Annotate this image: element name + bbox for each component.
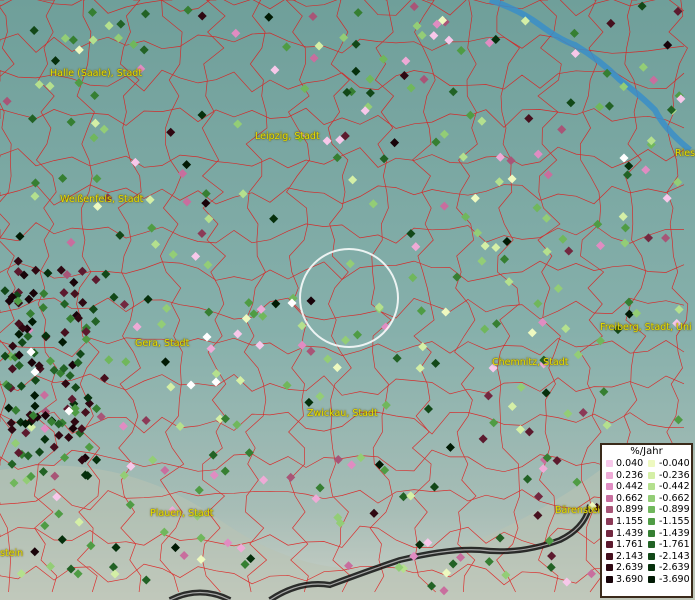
- legend-swatch: [606, 471, 613, 479]
- legend-value: 2.143: [616, 550, 644, 562]
- legend-value: 3.690: [616, 573, 644, 585]
- legend-swatch: [606, 564, 613, 572]
- legend-row: 0.236 -0.236: [602, 470, 691, 482]
- city-label-stein[interactable]: stein: [0, 548, 23, 559]
- map-canvas[interactable]: Halle (Saale), Stadt Leipzig, Stadt Weiß…: [0, 0, 695, 600]
- legend-swatch: [606, 575, 613, 583]
- legend-value: -0.236: [659, 469, 690, 481]
- city-label-gera[interactable]: Gera, Stadt: [135, 338, 189, 349]
- city-label-riesa[interactable]: Riesa: [675, 148, 695, 159]
- legend-swatch: [648, 506, 655, 514]
- legend-swatch: [648, 517, 655, 525]
- legend-value: 1.761: [616, 539, 644, 551]
- legend-swatch: [648, 552, 655, 560]
- legend-value: -1.761: [659, 539, 690, 551]
- legend-row: 0.442 -0.442: [602, 481, 691, 493]
- legend-value: 0.040: [616, 458, 644, 469]
- legend-swatch: [648, 564, 655, 572]
- legend-swatch: [648, 460, 655, 467]
- legend-value: 0.662: [616, 492, 644, 504]
- legend-swatch: [606, 506, 613, 514]
- legend-swatch: [648, 541, 655, 549]
- legend-row: 1.439 -1.439: [602, 528, 691, 540]
- legend-swatch: [648, 529, 655, 537]
- legend-value: 1.155: [616, 515, 644, 527]
- legend-value: 2.639: [616, 562, 644, 574]
- city-label-plauen[interactable]: Plauen, Stadt: [150, 508, 213, 519]
- city-label-leipzig[interactable]: Leipzig, Stadt: [255, 131, 320, 142]
- legend-row: 2.639 -2.639: [602, 562, 691, 574]
- legend-value: 1.439: [616, 527, 644, 539]
- legend-swatch: [606, 552, 613, 560]
- legend-row: 0.040 -0.040: [602, 458, 691, 470]
- legend-swatch: [648, 494, 655, 502]
- legend-row: 0.662 -0.662: [602, 493, 691, 505]
- legend-swatch: [606, 541, 613, 549]
- legend-value: -1.155: [659, 515, 690, 527]
- legend-swatch: [606, 529, 613, 537]
- legend-value: -2.143: [659, 550, 690, 562]
- city-label-baerenstein[interactable]: Bärenstein: [555, 505, 606, 516]
- legend-row: 1.155 -1.155: [602, 516, 691, 528]
- legend-title: %/Jahr: [630, 446, 663, 457]
- legend-value: -3.690: [659, 573, 690, 585]
- city-label-zwickau[interactable]: Zwickau, Stadt: [307, 408, 378, 419]
- legend-swatch: [606, 517, 613, 525]
- city-label-halle[interactable]: Halle (Saale), Stadt: [50, 68, 142, 79]
- legend-value: -2.639: [659, 562, 690, 574]
- legend-value: 0.442: [616, 481, 644, 493]
- legend-value: -0.899: [659, 504, 690, 516]
- legend-value: 0.899: [616, 504, 644, 516]
- city-label-weissenfels[interactable]: Weißenfels, Stadt: [60, 194, 143, 205]
- legend-swatch: [648, 471, 655, 479]
- legend-row: 1.761 -1.761: [602, 539, 691, 551]
- legend-swatch: [648, 483, 655, 491]
- legend-row: 2.143 -2.143: [602, 551, 691, 563]
- legend-value: -0.040: [659, 458, 690, 469]
- legend-value: -0.442: [659, 481, 690, 493]
- legend-swatch: [606, 483, 613, 491]
- legend-value: -0.662: [659, 492, 690, 504]
- city-label-freiberg[interactable]: Freiberg, Stadt, Uni: [600, 322, 692, 333]
- city-label-chemnitz[interactable]: Chemnitz, Stadt: [492, 357, 569, 368]
- legend-value: 0.236: [616, 469, 644, 481]
- legend-swatch: [648, 575, 655, 583]
- legend-swatch: [606, 460, 613, 467]
- legend-row: 0.899 -0.899: [602, 504, 691, 516]
- legend-swatch: [606, 494, 613, 502]
- legend-row: 3.690 -3.690: [602, 574, 691, 586]
- legend-value: -1.439: [659, 527, 690, 539]
- legend-panel: %/Jahr 0.040 -0.040 0.236 -0.236 0.442 -0.442…: [600, 443, 693, 598]
